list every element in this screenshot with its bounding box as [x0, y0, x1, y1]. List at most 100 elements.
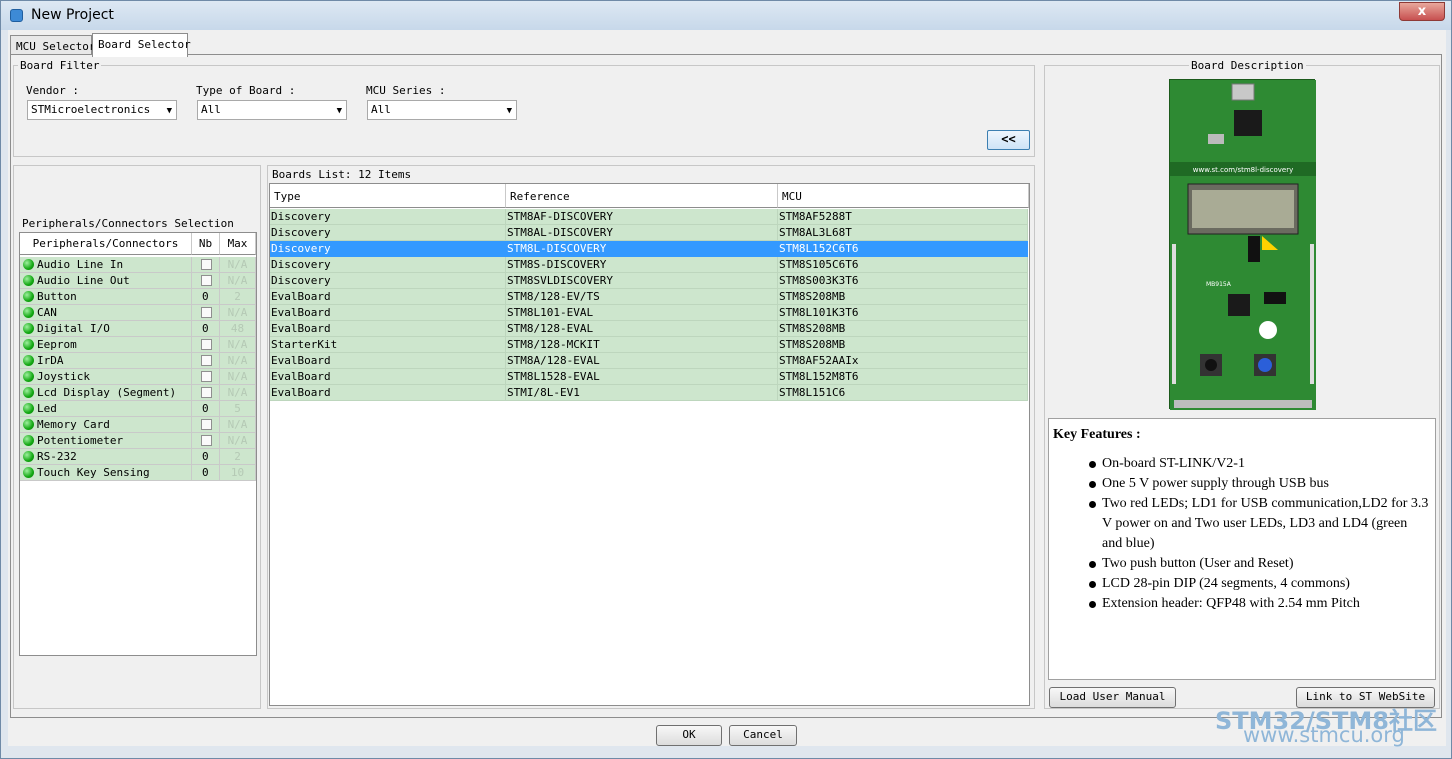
- feature-item: Extension header: QFP48 with 2.54 mm Pit…: [1089, 594, 1429, 614]
- board-image: www.st.com/stm8l-discovery MB915A: [1169, 79, 1316, 410]
- peripheral-name: Audio Line In: [37, 258, 124, 271]
- board-type-cell: EvalBoard: [270, 289, 506, 305]
- peripheral-row[interactable]: RS-232 0 2: [20, 449, 256, 465]
- board-row[interactable]: Discovery STM8SVLDISCOVERY STM8S003K3T6: [270, 273, 1028, 289]
- peripheral-max: 10: [220, 465, 256, 481]
- peripheral-nb-cell[interactable]: [192, 273, 220, 289]
- board-row[interactable]: EvalBoard STM8L1528-EVAL STM8L152M8T6: [270, 369, 1028, 385]
- board-row[interactable]: Discovery STM8S-DISCOVERY STM8S105C6T6: [270, 257, 1028, 273]
- peripheral-max: 5: [220, 401, 256, 417]
- board-row[interactable]: Discovery STM8L-DISCOVERY STM8L152C6T6: [270, 241, 1028, 257]
- new-project-window: New Project x MCU Selector Board Selecto…: [0, 0, 1452, 759]
- board-mcu-cell: STM8L101K3T6: [778, 305, 1028, 321]
- peripheral-nb-cell[interactable]: 0: [192, 321, 220, 337]
- boards-table: Type Reference MCU Discovery STM8AF-DISCO…: [269, 183, 1030, 706]
- tab-mcu-selector[interactable]: MCU Selector: [10, 35, 95, 56]
- collapse-filter-button[interactable]: <<: [987, 130, 1030, 150]
- board-type-cell: EvalBoard: [270, 385, 506, 401]
- peripherals-table: Peripherals/Connectors Nb Max Audio Line…: [19, 232, 257, 656]
- peripheral-checkbox[interactable]: [201, 307, 212, 318]
- peripheral-nb-cell[interactable]: 0: [192, 401, 220, 417]
- peripheral-row[interactable]: Lcd Display (Segment) N/A: [20, 385, 256, 401]
- peripheral-name-cell: Button: [20, 289, 192, 305]
- peripheral-checkbox[interactable]: [201, 259, 212, 270]
- peripheral-name-cell: Audio Line Out: [20, 273, 192, 289]
- peripheral-checkbox[interactable]: [201, 435, 212, 446]
- board-type-cell: Discovery: [270, 241, 506, 257]
- tab-board-selector[interactable]: Board Selector: [92, 33, 191, 57]
- status-led-icon: [23, 387, 34, 398]
- peripheral-nb-cell[interactable]: [192, 257, 220, 273]
- peripheral-row[interactable]: Audio Line Out N/A: [20, 273, 256, 289]
- peripheral-checkbox[interactable]: [201, 371, 212, 382]
- peripheral-row[interactable]: Digital I/O 0 48: [20, 321, 256, 337]
- peripheral-nb-cell[interactable]: 0: [192, 465, 220, 481]
- cancel-button[interactable]: Cancel: [729, 725, 797, 746]
- vendor-combo[interactable]: STMicroelectronics ▼: [27, 100, 177, 120]
- peripheral-checkbox[interactable]: [201, 387, 212, 398]
- peripheral-name-cell: Eeprom: [20, 337, 192, 353]
- board-reference-cell: STM8/128-MCKIT: [506, 337, 778, 353]
- peripheral-nb-cell[interactable]: [192, 337, 220, 353]
- chevron-down-icon: ▼: [166, 106, 172, 116]
- peripheral-row[interactable]: CAN N/A: [20, 305, 256, 321]
- peripheral-row[interactable]: Audio Line In N/A: [20, 257, 256, 273]
- peripheral-row[interactable]: Memory Card N/A: [20, 417, 256, 433]
- peripheral-nb-cell[interactable]: [192, 353, 220, 369]
- peripheral-row[interactable]: Led 0 5: [20, 401, 256, 417]
- peripheral-nb-cell[interactable]: [192, 433, 220, 449]
- board-row[interactable]: Discovery STM8AF-DISCOVERY STM8AF5288T: [270, 209, 1028, 225]
- board-row[interactable]: Discovery STM8AL-DISCOVERY STM8AL3L68T: [270, 225, 1028, 241]
- peripheral-checkbox[interactable]: [201, 355, 212, 366]
- close-button[interactable]: x: [1399, 2, 1445, 21]
- board-row[interactable]: EvalBoard STMI/8L-EV1 STM8L151C6: [270, 385, 1028, 401]
- peripheral-name-cell: RS-232: [20, 449, 192, 465]
- peripheral-nb-cell[interactable]: [192, 417, 220, 433]
- peripheral-row[interactable]: Eeprom N/A: [20, 337, 256, 353]
- peripheral-nb-cell[interactable]: [192, 385, 220, 401]
- mcu-series-value: All: [371, 103, 391, 116]
- chevron-down-icon: ▼: [506, 106, 512, 116]
- peripheral-row[interactable]: Joystick N/A: [20, 369, 256, 385]
- feature-item: LCD 28-pin DIP (24 segments, 4 commons): [1089, 574, 1429, 594]
- peripheral-row[interactable]: IrDA N/A: [20, 353, 256, 369]
- peripheral-name: Lcd Display (Segment): [37, 386, 177, 399]
- boards-header-reference[interactable]: Reference: [506, 184, 778, 208]
- peripherals-header-max: Max: [220, 233, 256, 255]
- board-row[interactable]: StarterKit STM8/128-MCKIT STM8S208MB: [270, 337, 1028, 353]
- peripheral-checkbox[interactable]: [201, 339, 212, 350]
- status-led-icon: [23, 307, 34, 318]
- peripheral-name-cell: Joystick: [20, 369, 192, 385]
- board-row[interactable]: EvalBoard STM8/128-EV/TS STM8S208MB: [270, 289, 1028, 305]
- peripherals-header-nb: Nb: [192, 233, 220, 255]
- peripherals-header-name: Peripherals/Connectors: [20, 233, 192, 255]
- board-row[interactable]: EvalBoard STM8A/128-EVAL STM8AF52AAIx: [270, 353, 1028, 369]
- mcu-series-combo[interactable]: All ▼: [367, 100, 517, 120]
- type-of-board-combo[interactable]: All ▼: [197, 100, 347, 120]
- vendor-label: Vendor :: [26, 84, 79, 97]
- peripheral-nb-cell[interactable]: 0: [192, 289, 220, 305]
- peripheral-name: Digital I/O: [37, 322, 110, 335]
- ok-button[interactable]: OK: [656, 725, 722, 746]
- boards-header-type[interactable]: Type: [270, 184, 506, 208]
- boards-header-mcu[interactable]: MCU: [778, 184, 1029, 208]
- peripheral-checkbox[interactable]: [201, 419, 212, 430]
- peripheral-max: N/A: [220, 257, 256, 273]
- peripheral-row[interactable]: Potentiometer N/A: [20, 433, 256, 449]
- board-type-cell: EvalBoard: [270, 353, 506, 369]
- peripheral-checkbox[interactable]: [201, 275, 212, 286]
- peripheral-nb-cell[interactable]: 0: [192, 449, 220, 465]
- peripheral-name: RS-232: [37, 450, 77, 463]
- peripheral-row[interactable]: Button 0 2: [20, 289, 256, 305]
- load-user-manual-button[interactable]: Load User Manual: [1049, 687, 1176, 708]
- board-reference-cell: STM8A/128-EVAL: [506, 353, 778, 369]
- key-features-list: On-board ST-LINK/V2-1 One 5 V power supp…: [1089, 454, 1429, 614]
- status-led-icon: [23, 371, 34, 382]
- board-row[interactable]: EvalBoard STM8L101-EVAL STM8L101K3T6: [270, 305, 1028, 321]
- peripheral-row[interactable]: Touch Key Sensing 0 10: [20, 465, 256, 481]
- peripheral-nb-cell[interactable]: [192, 369, 220, 385]
- board-mcu-cell: STM8AL3L68T: [778, 225, 1028, 241]
- board-row[interactable]: EvalBoard STM8/128-EVAL STM8S208MB: [270, 321, 1028, 337]
- peripheral-nb-cell[interactable]: [192, 305, 220, 321]
- peripheral-name-cell: Touch Key Sensing: [20, 465, 192, 481]
